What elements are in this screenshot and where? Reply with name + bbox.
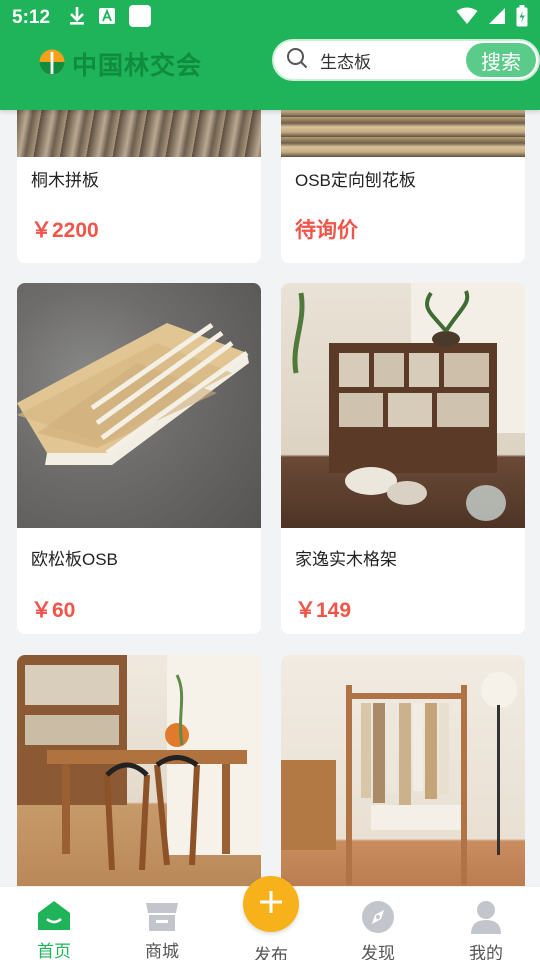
search-bar[interactable]: 生态板 搜索 [272,39,540,81]
product-card[interactable]: 欧松板OSB ￥60 [17,283,261,634]
leaf-logo-icon [38,48,66,81]
tab-home[interactable]: 首页 [0,887,108,960]
tab-store[interactable]: 商城 [108,887,216,960]
product-image [17,655,261,886]
product-title: OSB定向刨花板 [295,171,416,190]
product-image [17,283,261,528]
product-image [281,110,525,157]
wifi-icon [456,7,478,30]
status-time: 5:12 [12,7,51,28]
publish-button[interactable] [243,876,299,932]
publish-label: 发布 [254,946,288,960]
product-title: 家逸实木格架 [295,550,397,569]
home-icon [36,899,72,933]
signal-icon [488,7,506,30]
product-price: 待询价 [295,219,358,242]
product-image [17,110,261,157]
app-square-icon [128,4,152,33]
product-card[interactable]: 家逸实木格架 ￥149 [281,283,525,634]
product-card[interactable] [281,655,525,886]
search-button[interactable]: 搜索 [466,43,536,77]
compass-icon [360,899,396,935]
product-card[interactable]: OSB定向刨花板 待询价 [281,110,525,263]
product-card[interactable] [17,655,261,886]
user-icon [469,899,503,935]
product-price: ￥60 [31,599,76,622]
product-price: ￥149 [295,599,352,622]
tab-profile[interactable]: 我的 [432,887,540,960]
app-logo[interactable]: 中国林交会 [38,46,202,82]
app-header: 中国林交会 生态板 搜索 [0,36,540,110]
store-icon [144,899,180,933]
tab-label: 我的 [469,944,503,960]
tab-label: 发现 [361,944,395,960]
search-input[interactable]: 生态板 [320,48,371,73]
product-title: 桐木拼板 [31,171,99,190]
font-app-icon [98,7,116,30]
search-icon [286,47,308,74]
tab-label: 首页 [37,942,71,960]
product-card[interactable]: 桐木拼板 ￥2200 [17,110,261,263]
tab-discover[interactable]: 发现 [324,887,432,960]
product-feed[interactable]: 桐木拼板 ￥2200 OSB定向刨花板 待询价 欧松板OSB ￥60 家逸实木格… [0,110,540,886]
product-price: ￥2200 [31,219,99,242]
product-title: 欧松板OSB [31,550,118,569]
plus-icon [258,889,284,920]
logo-text: 中国林交会 [72,52,203,80]
product-image [281,655,525,886]
product-image [281,283,525,528]
download-icon [68,6,86,31]
battery-icon [516,4,528,32]
tab-label: 商城 [145,942,179,960]
status-bar: 5:12 [0,0,540,36]
